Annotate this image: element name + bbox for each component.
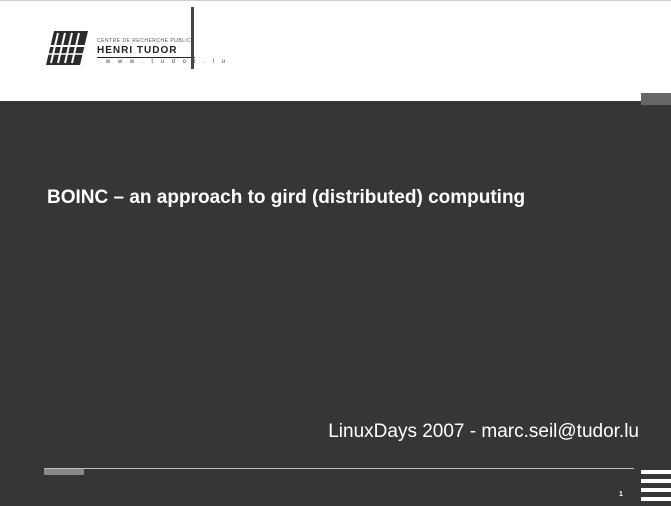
edge-stripe	[641, 488, 671, 492]
edge-stripe	[641, 497, 671, 501]
slide-title: BOINC – an approach to gird (distributed…	[47, 187, 526, 208]
footer-tab	[44, 469, 84, 475]
footer-rule	[44, 468, 634, 469]
logo-org-line: CENTRE DE RECHERCHE PUBLIC	[97, 38, 192, 44]
logo-url: w w w . t u d o r . l u	[106, 59, 229, 65]
logo-rule	[97, 57, 195, 58]
tudor-logo-mark-icon	[46, 31, 88, 65]
edge-stripe	[641, 470, 671, 474]
slide-header: CENTRE DE RECHERCHE PUBLIC HENRI TUDOR w…	[0, 1, 671, 101]
edge-stripe	[641, 479, 671, 483]
presentation-slide: CENTRE DE RECHERCHE PUBLIC HENRI TUDOR w…	[0, 0, 671, 506]
logo-name: HENRI TUDOR	[97, 45, 178, 56]
page-number: 1	[619, 491, 623, 498]
header-divider	[191, 7, 194, 69]
slide-body	[0, 101, 671, 506]
tudor-logo: CENTRE DE RECHERCHE PUBLIC HENRI TUDOR w…	[44, 25, 225, 71]
edge-tab-top	[641, 93, 671, 105]
slide-subtitle: LinuxDays 2007 - marc.seil@tudor.lu	[328, 421, 639, 442]
